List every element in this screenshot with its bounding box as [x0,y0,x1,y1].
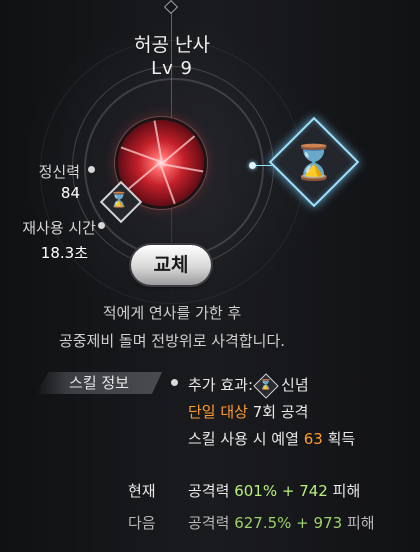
preheat-row: 스킬 사용 시 예열 63 획득 [188,428,355,449]
current-label: 현재 [128,482,156,500]
single-target-text: 단일 대상 [188,403,248,421]
spirit-label: 정신력 [38,163,80,181]
info-dot [171,379,178,386]
skill-level: Lv 9 [151,58,193,79]
orb-streak [159,163,185,206]
cooldown-value: 18.3초 [40,244,88,262]
current-flat: 742 [299,482,328,500]
current-suffix: 피해 [332,482,361,500]
cooldown-label: 재사용 시간 [22,219,96,237]
skill-name: 허공 난사 [134,34,210,56]
preheat-suffix: 획득 [327,430,356,448]
orb-streak [118,137,162,163]
next-attack-label: 공격력 [188,514,230,532]
effect-hourglass-icon: ⌛ [253,372,279,399]
current-percent: 601% [234,482,278,500]
hourglass-icon: ⌛ [109,191,129,209]
description-line1: 적에게 연사를 가한 후 [102,304,242,322]
preheat-value: 63 [303,430,323,448]
spirit-dot [88,166,95,173]
hit-count-text: 7회 공격 [252,403,309,421]
swap-button[interactable]: 교체 [131,245,211,285]
current-plus: + [281,482,295,500]
rune-link-dot [249,162,256,169]
spirit-value: 84 [60,184,80,202]
next-flat: 973 [313,514,343,532]
extra-effect-row: 추가 효과: ⌛ 신념 [188,372,309,399]
next-damage-row: 공격력 627.5% + 973 피해 [188,512,375,533]
current-damage-row: 공격력 601% + 742 피해 [188,480,360,501]
target-row: 단일 대상 7회 공격 [188,401,308,422]
next-label: 다음 [128,514,156,532]
next-plus: + [296,514,309,532]
next-suffix: 피해 [346,514,375,532]
hourglass-icon: ⌛ [292,143,336,183]
next-percent: 627.5% [234,514,292,532]
extra-effect-label: 추가 효과: [188,376,254,394]
current-attack-label: 공격력 [188,482,230,500]
description-line2: 공중제비 돌며 전방위로 사격합니다. [58,332,286,350]
preheat-prefix: 스킬 사용 시 예열 [188,430,299,448]
orb-streak [160,163,204,178]
cooldown-dot [98,222,105,229]
extra-effect-name: 신념 [281,376,309,394]
skill-info-tab: 스킬 정보 [36,372,162,394]
